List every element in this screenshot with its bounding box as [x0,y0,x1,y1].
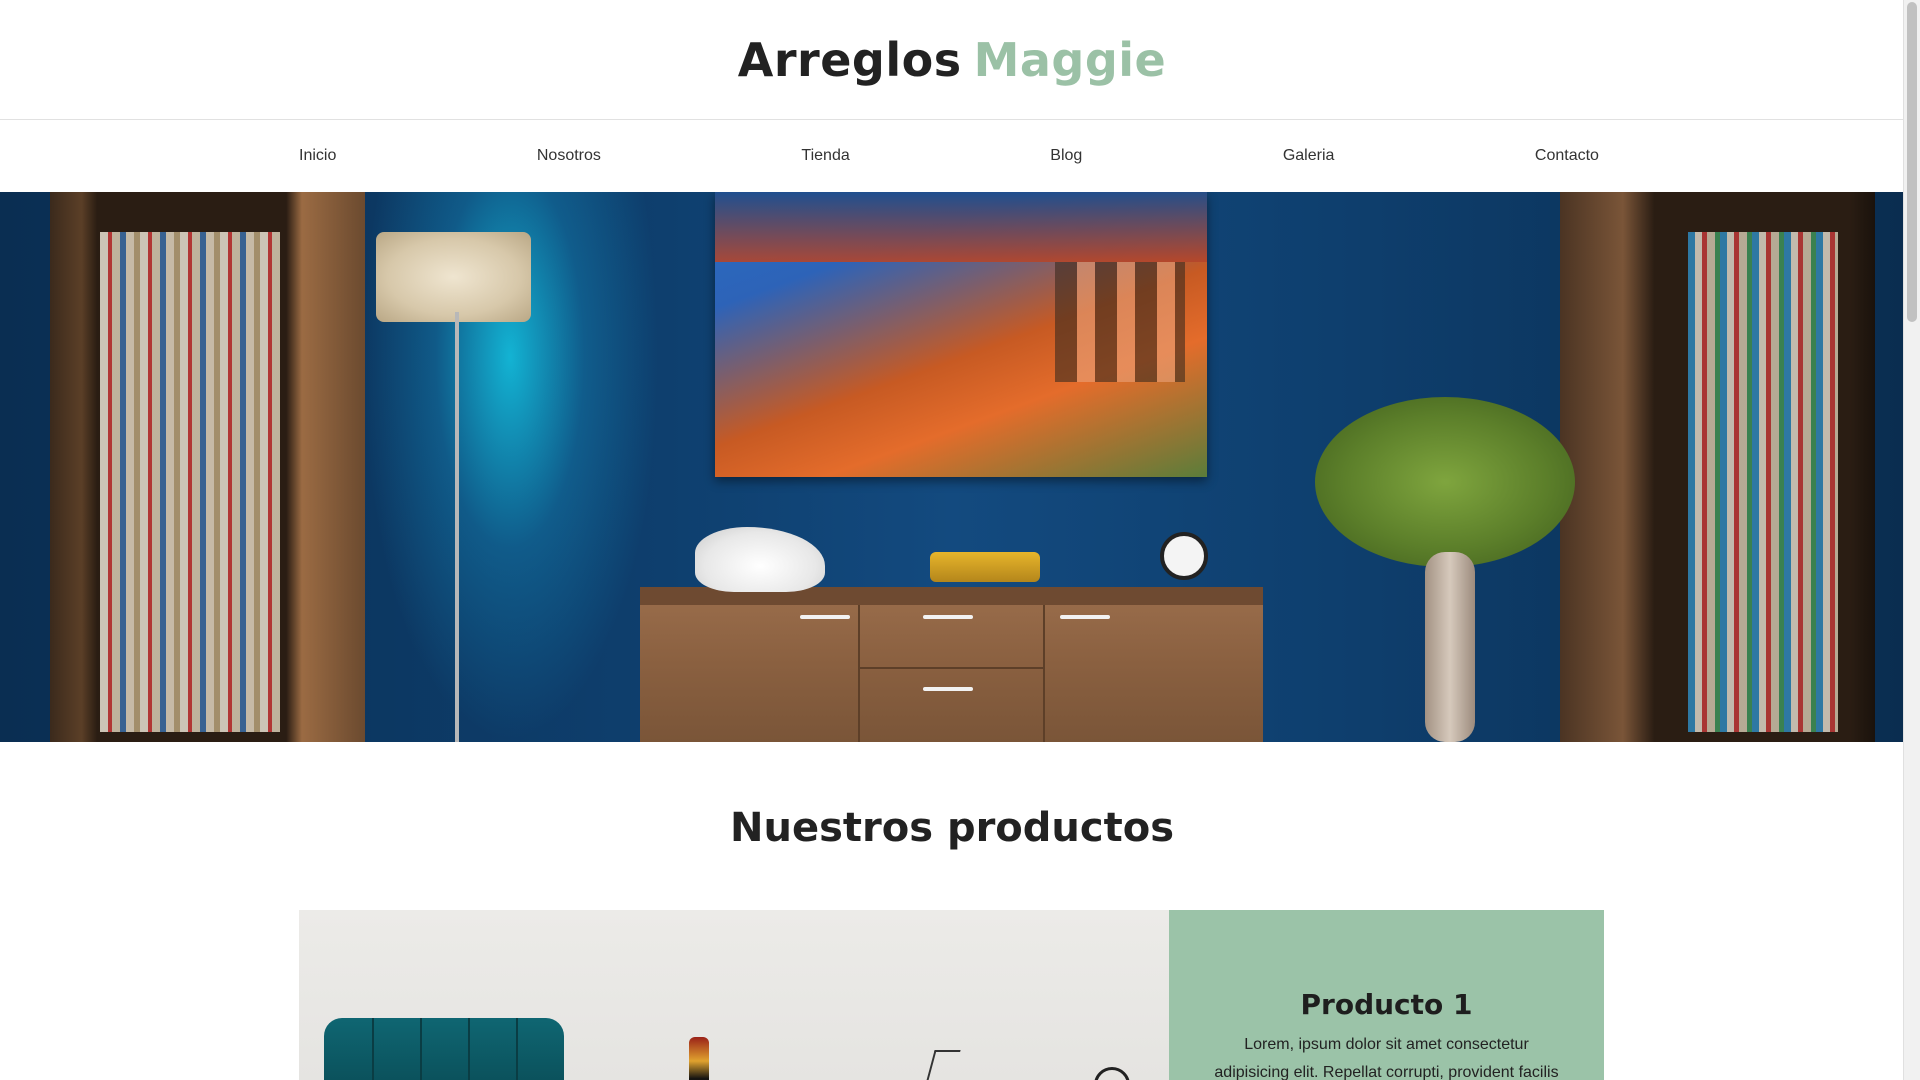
product-image[interactable] [299,910,1169,1080]
books-right [1688,232,1838,732]
alarm-clock [1160,532,1208,580]
cabinet-handle [923,615,973,619]
product-info-panel: Producto 1 Lorem, ipsum dolor sit amet c… [1169,910,1604,1080]
hero-banner-image [0,192,1904,742]
product-card: Producto 1 Lorem, ipsum dolor sit amet c… [299,910,1604,1080]
cabinet-handle [1060,615,1110,619]
books-left [100,232,280,732]
bookshelf-left [50,192,365,742]
small-figurine [923,1050,961,1080]
cabinet-divider [858,667,1045,669]
cabinet-handle [800,615,850,619]
nav-link-nosotros[interactable]: Nosotros [537,147,601,165]
nav-link-blog[interactable]: Blog [1050,147,1082,165]
nav-link-galeria[interactable]: Galeria [1283,147,1335,165]
floor-lamp-shade [376,232,531,322]
bookshelf-right [1560,192,1875,742]
nav-link-contacto[interactable]: Contacto [1535,147,1599,165]
logo-text-accent: Maggie [973,32,1167,87]
product-name[interactable]: Producto 1 [1169,988,1604,1021]
teal-cushion [324,1018,564,1080]
page: Arreglos Maggie Inicio Nosotros Tienda Bl… [0,0,1904,1080]
nav-link-inicio[interactable]: Inicio [299,147,336,165]
floor-lamp-pole [455,312,459,742]
site-logo[interactable]: Arreglos Maggie [738,33,1167,87]
cabinet-divider [1043,605,1045,742]
site-header: Arreglos Maggie [0,0,1904,120]
products-section-title: Nuestros productos [729,805,1175,851]
cabinet-divider [858,605,860,742]
vertical-scrollbar[interactable] [1903,0,1920,1080]
logo-text-primary: Arreglos [737,32,962,87]
sideboard-cabinet [640,587,1263,742]
painting-windows [1055,262,1185,382]
cabinet-handle [923,687,973,691]
main-navigation: Inicio Nosotros Tienda Blog Galeria Cont… [0,120,1904,192]
decorative-vase [689,1037,709,1080]
coil-decoration [1094,1067,1130,1080]
bonsai-trunk [1425,552,1475,742]
wall-painting [715,192,1207,477]
bonsai-canopy [1315,397,1575,567]
painting-roofs [715,192,1207,262]
nav-link-tienda[interactable]: Tienda [801,147,849,165]
product-description: Lorem, ipsum dolor sit amet consectetur … [1214,1036,1559,1080]
scrollbar-thumb[interactable] [1907,2,1917,322]
gold-ornament [930,552,1040,582]
